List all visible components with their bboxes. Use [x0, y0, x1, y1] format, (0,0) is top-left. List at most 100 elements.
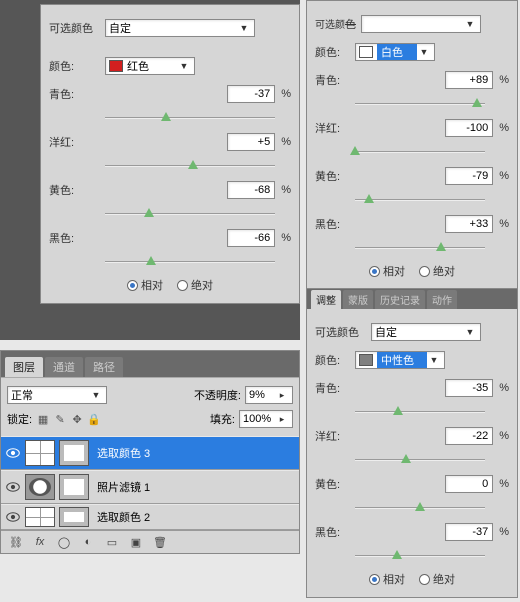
chevron-down-icon: ▼ — [427, 355, 441, 365]
layer-row[interactable]: 选取颜色 2 — [1, 504, 299, 530]
selective-color-panel-left: 可选颜色 自定▼ 颜色: 红色▼ 青色:-37% 洋红:+5% 黄色:-68% … — [40, 4, 300, 304]
relative-radio[interactable]: 相对 — [369, 263, 405, 279]
tab-paths[interactable]: 路径 — [85, 357, 123, 377]
chevron-right-icon: ▸ — [275, 390, 289, 401]
relative-radio[interactable]: 相对 — [369, 571, 405, 587]
visibility-icon[interactable] — [5, 479, 21, 495]
preset-dropdown[interactable]: ▼ — [361, 15, 481, 33]
tab-adjust[interactable]: 调整 — [311, 290, 341, 309]
layer-name: 照片滤镜 1 — [93, 479, 295, 495]
link-icon[interactable]: ⛓ — [7, 534, 25, 550]
magenta-input[interactable]: +5 — [227, 133, 275, 151]
preset-dropdown[interactable]: 自定▼ — [371, 323, 481, 341]
yellow-input[interactable]: -79 — [445, 167, 493, 185]
layers-tabs: 图层 通道 路径 — [1, 357, 299, 377]
black-slider[interactable] — [105, 255, 275, 269]
magenta-slider[interactable] — [355, 453, 485, 467]
cyan-slider[interactable] — [355, 405, 485, 419]
folder-icon[interactable]: ▭ — [103, 534, 121, 550]
layer-mask-thumb — [59, 440, 89, 466]
fx-icon[interactable]: fx — [31, 534, 49, 550]
layer-thumb — [25, 507, 55, 527]
yellow-input[interactable]: 0 — [445, 475, 493, 493]
layer-mask-thumb — [59, 507, 89, 527]
black-input[interactable]: -66 — [227, 229, 275, 247]
pct-label: % — [281, 88, 291, 100]
swatch-neutral — [359, 354, 373, 366]
layer-name: 选取颜色 3 — [93, 445, 295, 461]
preset-dropdown[interactable]: 自定▼ — [105, 19, 255, 37]
chevron-down-icon: ▼ — [463, 327, 477, 337]
lock-paint-icon[interactable]: ✎ — [53, 412, 67, 426]
lock-transparency-icon[interactable]: ▦ — [36, 412, 50, 426]
yellow-label: 黄色: — [49, 182, 105, 198]
cyan-input[interactable]: -35 — [445, 379, 493, 397]
layers-footer: ⛓ fx ◯ ◐ ▭ ▣ 🗑 — [1, 530, 299, 553]
tab-history[interactable]: 历史记录 — [375, 290, 425, 309]
color-dropdown[interactable]: 白色▼ — [355, 43, 435, 61]
colors-label: 颜色: — [315, 44, 355, 60]
mask-icon[interactable]: ◯ — [55, 534, 73, 550]
cyan-input[interactable]: -37 — [227, 85, 275, 103]
magenta-input[interactable]: -22 — [445, 427, 493, 445]
absolute-radio[interactable]: 绝对 — [177, 277, 213, 293]
visibility-icon[interactable] — [5, 509, 21, 525]
fill-input[interactable]: 100%▸ — [239, 410, 293, 428]
relative-radio[interactable]: 相对 — [127, 277, 163, 293]
black-input[interactable]: -37 — [445, 523, 493, 541]
preset-label: 可选颜色 — [315, 16, 361, 32]
adjustment-icon[interactable]: ◐ — [79, 534, 97, 550]
layer-row[interactable]: 照片滤镜 1 — [1, 470, 299, 504]
adjustments-panel: 调整 蒙版 历史记录 动作 可选颜色 自定▼ 颜色: 中性色▼ 青色:-35% … — [306, 288, 518, 598]
colors-label: 颜色: — [49, 58, 105, 74]
layer-thumb — [25, 440, 55, 466]
new-layer-icon[interactable]: ▣ — [127, 534, 145, 550]
black-slider[interactable] — [355, 241, 485, 255]
lock-position-icon[interactable]: ✥ — [70, 412, 84, 426]
cyan-slider[interactable] — [105, 111, 275, 125]
layer-row[interactable]: 选取颜色 3 — [1, 436, 299, 470]
cyan-input[interactable]: +89 — [445, 71, 493, 89]
absolute-radio[interactable]: 绝对 — [419, 263, 455, 279]
opacity-label: 不透明度: — [194, 387, 241, 403]
chevron-down-icon: ▼ — [89, 390, 103, 400]
color-dropdown[interactable]: 中性色▼ — [355, 351, 445, 369]
magenta-slider[interactable] — [355, 145, 485, 159]
yellow-input[interactable]: -68 — [227, 181, 275, 199]
yellow-slider[interactable] — [355, 193, 485, 207]
panel-tabs: 调整 蒙版 历史记录 动作 — [307, 289, 517, 309]
chevron-right-icon: ▸ — [275, 414, 289, 425]
yellow-slider[interactable] — [105, 207, 275, 221]
layer-thumb — [25, 474, 55, 500]
black-input[interactable]: +33 — [445, 215, 493, 233]
magenta-slider[interactable] — [105, 159, 275, 173]
fill-label: 填充: — [210, 411, 235, 427]
opacity-input[interactable]: 9%▸ — [245, 386, 293, 404]
black-label: 黑色: — [49, 230, 105, 246]
swatch-white — [359, 46, 373, 58]
tab-mask[interactable]: 蒙版 — [343, 290, 373, 309]
visibility-icon[interactable] — [5, 445, 21, 461]
magenta-label: 洋红: — [49, 134, 105, 150]
magenta-input[interactable]: -100 — [445, 119, 493, 137]
cyan-slider[interactable] — [355, 97, 485, 111]
yellow-slider[interactable] — [355, 501, 485, 515]
tab-layers[interactable]: 图层 — [5, 357, 43, 377]
tab-channels[interactable]: 通道 — [45, 357, 83, 377]
layer-name: 选取颜色 2 — [93, 509, 295, 525]
chevron-down-icon: ▼ — [177, 61, 191, 71]
swatch-red — [109, 60, 123, 72]
color-dropdown[interactable]: 红色▼ — [105, 57, 195, 75]
colors-label: 颜色: — [315, 352, 355, 368]
chevron-down-icon: ▼ — [237, 23, 251, 33]
selective-color-panel-white: 可选颜色 ▼ 颜色: 白色▼ 青色:+89% 洋红:-100% 黄色:-79% … — [306, 0, 518, 290]
absolute-radio[interactable]: 绝对 — [419, 571, 455, 587]
chevron-down-icon: ▼ — [463, 19, 477, 29]
cyan-label: 青色: — [49, 86, 105, 102]
blend-mode-dropdown[interactable]: 正常▼ — [7, 386, 107, 404]
black-slider[interactable] — [355, 549, 485, 563]
tab-actions[interactable]: 动作 — [427, 290, 457, 309]
trash-icon[interactable]: 🗑 — [151, 534, 169, 550]
layers-panel: 图层 通道 路径 正常▼ 不透明度: 9%▸ 锁定: ▦ ✎ ✥ 🔒 填充: 1… — [0, 350, 300, 554]
lock-all-icon[interactable]: 🔒 — [87, 412, 101, 426]
